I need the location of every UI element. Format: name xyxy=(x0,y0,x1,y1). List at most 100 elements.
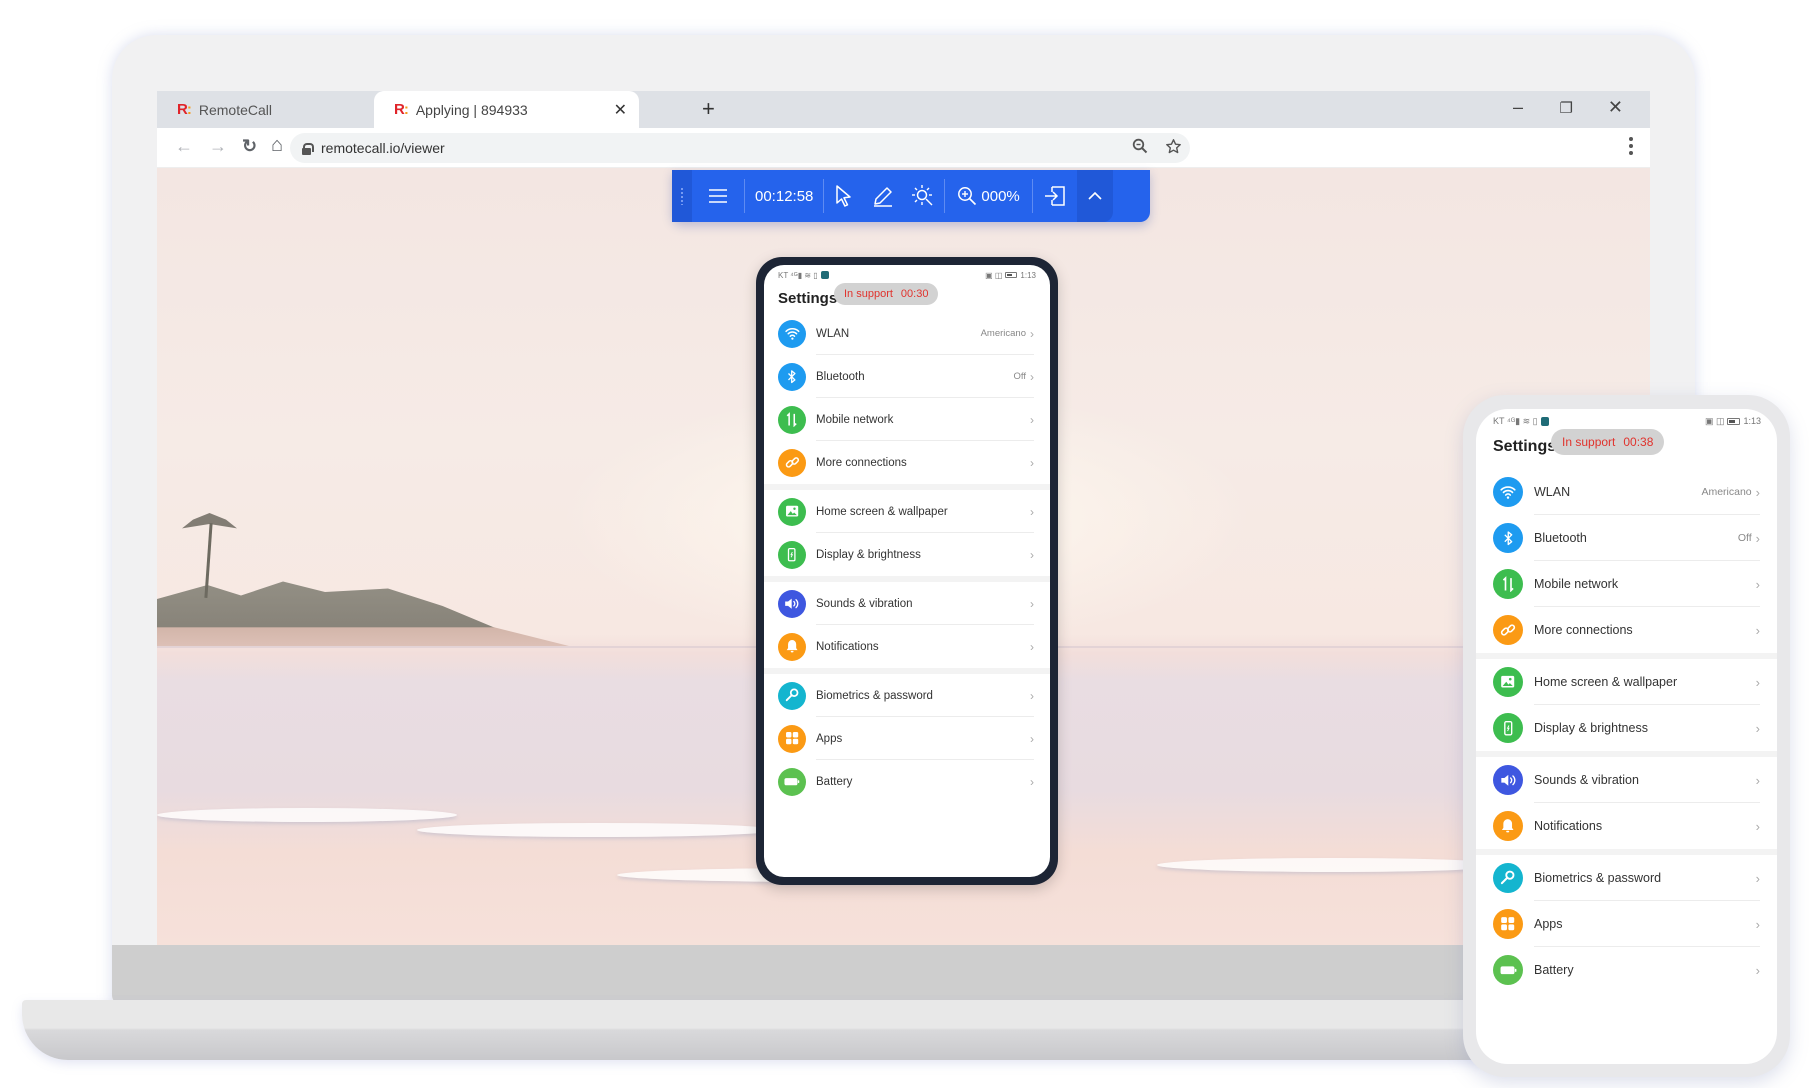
lock-icon xyxy=(302,142,314,155)
settings-item-mobile-network[interactable]: Mobile network › xyxy=(1476,561,1777,607)
address-bar: ← → ↻ ⌂ remotecall.io/viewer xyxy=(157,128,1650,168)
chevron-right-icon: › xyxy=(1755,674,1760,690)
chevron-right-icon: › xyxy=(1030,455,1034,470)
chevron-right-icon: › xyxy=(1755,576,1760,592)
settings-item-notifications[interactable]: Notifications › xyxy=(1476,803,1777,849)
wifi-icon xyxy=(778,319,806,348)
link-icon xyxy=(778,448,806,477)
star-icon[interactable] xyxy=(1165,138,1182,160)
settings-item-biometrics-password[interactable]: Biometrics & password › xyxy=(764,674,1050,717)
remotecall-logo-icon: R: xyxy=(394,101,409,118)
new-tab-button[interactable]: + xyxy=(702,96,715,122)
settings-item-label: Display & brightness xyxy=(1534,721,1648,735)
tab-bar: R: RemoteCall ✕ R: Applying | 894933 ✕ +… xyxy=(157,91,1650,128)
settings-item-wlan[interactable]: WLAN Americano › xyxy=(764,312,1050,355)
settings-item-label: Notifications xyxy=(1534,819,1603,833)
settings-list: WLAN Americano › Bluetooth Off › Mobile networ… xyxy=(764,312,1050,803)
pen-tool-button[interactable] xyxy=(864,170,902,222)
settings-item-battery[interactable]: Battery › xyxy=(1476,947,1777,993)
zoom-icon[interactable] xyxy=(1132,138,1148,159)
page-title: Settings xyxy=(778,289,838,307)
settings-item-label: Biometrics & password xyxy=(1534,871,1662,885)
apps-grid-icon xyxy=(1493,909,1523,939)
settings-item-label: Bluetooth xyxy=(816,370,865,383)
back-button[interactable]: ← xyxy=(175,136,193,157)
settings-item-biometrics-password[interactable]: Biometrics & password › xyxy=(1476,855,1777,901)
speaker-icon xyxy=(778,589,806,618)
collapse-toolbar-button[interactable] xyxy=(1076,170,1113,222)
settings-item-sounds-vibration[interactable]: Sounds & vibration › xyxy=(764,582,1050,625)
laptop-bezel xyxy=(112,945,1695,1005)
reload-button[interactable]: ↻ xyxy=(242,136,257,157)
display-icon xyxy=(1493,713,1523,743)
settings-item-label: Notifications xyxy=(816,640,879,653)
phone-screen: KT ⁴ᴳ▮ ≋ ▯ ▣ ◫ 1:13 Settings In support 00… xyxy=(764,265,1050,877)
close-tab-icon[interactable]: ✕ xyxy=(614,100,627,120)
tab-applying[interactable]: R: Applying | 894933 ✕ xyxy=(374,91,639,128)
device-phone: KT ⁴ᴳ▮ ≋ ▯ ▣ ◫ 1:13 Settings In support 00… xyxy=(1463,395,1790,1077)
battery-icon xyxy=(778,767,806,796)
settings-list: WLAN Americano › Bluetooth Off › Mobile networ… xyxy=(1476,469,1777,993)
phone-screen: KT ⁴ᴳ▮ ≋ ▯ ▣ ◫ 1:13 Settings In support 00… xyxy=(1476,409,1777,1064)
minimize-button[interactable]: – xyxy=(1513,97,1523,118)
settings-item-label: WLAN xyxy=(1534,485,1571,499)
battery-status-icon xyxy=(1727,417,1741,425)
settings-item-label: Bluetooth xyxy=(1534,531,1587,545)
settings-item-label: More connections xyxy=(816,456,907,469)
laser-icon xyxy=(912,185,933,206)
drag-handle[interactable] xyxy=(672,170,692,222)
settings-item-more-connections[interactable]: More connections › xyxy=(1476,607,1777,653)
settings-item-label: Mobile network xyxy=(1534,577,1619,591)
battery-status-icon xyxy=(1005,272,1018,278)
pointer-tool-button[interactable] xyxy=(824,170,864,222)
remote-toolbar: 00:12:58 000% xyxy=(672,170,1150,222)
laser-tool-button[interactable] xyxy=(902,170,944,222)
settings-item-display-brightness[interactable]: Display & brightness › xyxy=(764,533,1050,576)
settings-item-mobile-network[interactable]: Mobile network › xyxy=(764,398,1050,441)
settings-item-label: Home screen & wallpaper xyxy=(1534,675,1678,689)
browser-menu-icon[interactable] xyxy=(1629,137,1633,158)
tab-title: Applying | 894933 xyxy=(415,101,528,118)
image-icon xyxy=(778,497,806,526)
settings-item-apps[interactable]: Apps › xyxy=(764,717,1050,760)
menu-button[interactable] xyxy=(692,170,744,222)
settings-item-sounds-vibration[interactable]: Sounds & vibration › xyxy=(1476,757,1777,803)
settings-item-battery[interactable]: Battery › xyxy=(764,760,1050,803)
settings-item-apps[interactable]: Apps › xyxy=(1476,901,1777,947)
settings-item-notifications[interactable]: Notifications › xyxy=(764,625,1050,668)
settings-item-display-brightness[interactable]: Display & brightness › xyxy=(1476,705,1777,751)
chevron-right-icon: › xyxy=(1755,818,1760,834)
settings-item-bluetooth[interactable]: Bluetooth Off › xyxy=(764,355,1050,398)
forward-button[interactable]: → xyxy=(209,136,227,157)
close-window-button[interactable]: ✕ xyxy=(1608,97,1623,118)
settings-item-value: Off xyxy=(1013,371,1027,382)
chevron-right-icon: › xyxy=(1030,326,1034,341)
settings-item-label: Apps xyxy=(1534,917,1563,931)
bell-icon xyxy=(1493,811,1523,841)
restore-button[interactable]: ❐ xyxy=(1560,99,1573,117)
settings-item-wlan[interactable]: WLAN Americano › xyxy=(1476,469,1777,515)
settings-item-value: Off xyxy=(1737,532,1752,544)
settings-item-more-connections[interactable]: More connections › xyxy=(764,441,1050,484)
settings-item-home-screen-wallpaper[interactable]: Home screen & wallpaper › xyxy=(764,490,1050,533)
url-input[interactable]: remotecall.io/viewer xyxy=(290,133,1190,163)
exit-button[interactable] xyxy=(1033,170,1077,222)
chevron-right-icon: › xyxy=(1755,484,1760,500)
settings-item-home-screen-wallpaper[interactable]: Home screen & wallpaper › xyxy=(1476,659,1777,705)
zoom-level: 000% xyxy=(981,187,1020,205)
settings-item-label: WLAN xyxy=(816,327,850,340)
chevron-right-icon: › xyxy=(1030,504,1034,519)
settings-item-label: Home screen & wallpaper xyxy=(816,505,948,518)
settings-item-bluetooth[interactable]: Bluetooth Off › xyxy=(1476,515,1777,561)
chevron-right-icon: › xyxy=(1030,547,1034,562)
support-status-badge: In support 00:38 xyxy=(1551,429,1665,455)
settings-item-label: Battery xyxy=(1534,963,1574,977)
apps-grid-icon xyxy=(778,724,806,753)
status-bar: KT ⁴ᴳ▮ ≋ ▯ ▣ ◫ 1:13 xyxy=(1476,409,1777,427)
home-button[interactable]: ⌂ xyxy=(271,134,283,157)
chevron-right-icon: › xyxy=(1030,688,1034,703)
hamburger-icon xyxy=(709,189,727,203)
zoom-control[interactable]: 000% xyxy=(945,170,1031,222)
chevron-right-icon: › xyxy=(1030,731,1034,746)
url-text: remotecall.io/viewer xyxy=(321,140,445,156)
